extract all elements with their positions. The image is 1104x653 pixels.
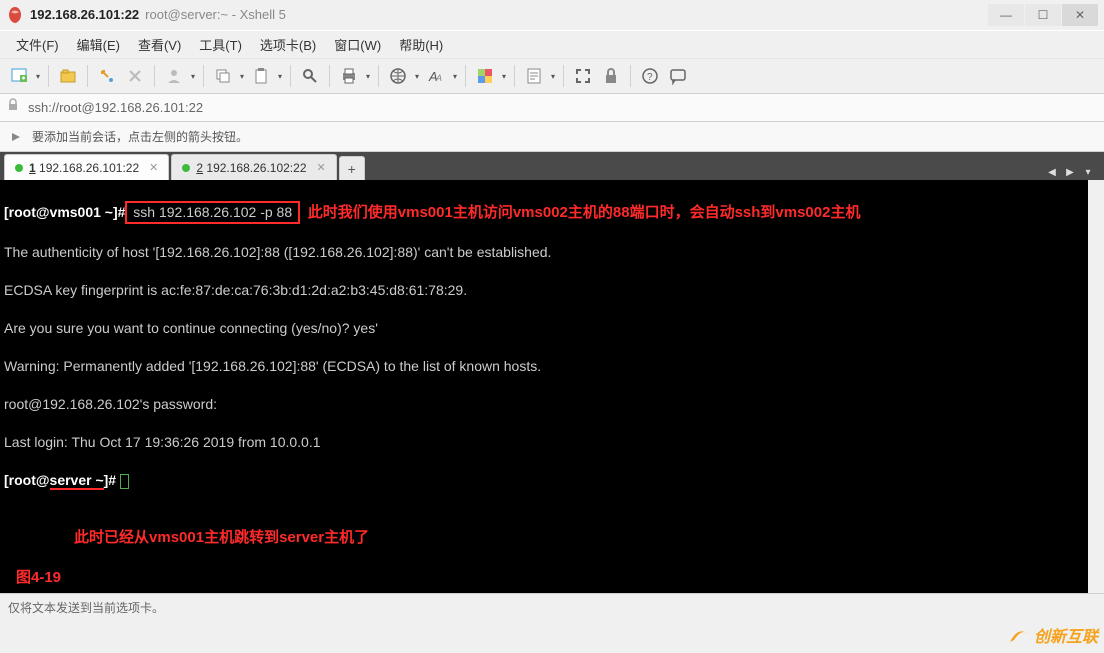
add-session-arrow-icon[interactable] xyxy=(6,127,26,147)
help-icon[interactable]: ? xyxy=(637,62,663,90)
menu-tabs[interactable]: 选项卡(B) xyxy=(252,32,324,57)
info-bar: 要添加当前会话，点击左侧的箭头按钮。 xyxy=(0,122,1104,152)
toolbar: ▾ ▾ ▾ ▾ ▾ ▾ AA ▾ ▾ ▾ ? xyxy=(0,58,1104,94)
svg-text:A: A xyxy=(435,73,442,83)
print-icon[interactable] xyxy=(336,62,362,90)
disconnect-icon[interactable] xyxy=(122,62,148,90)
cursor xyxy=(120,474,129,489)
address-bar[interactable]: ssh://root@192.168.26.101:22 xyxy=(0,94,1104,122)
color-dropdown[interactable]: ▾ xyxy=(500,72,508,81)
copy-icon[interactable] xyxy=(210,62,236,90)
terminal-output: Are you sure you want to continue connec… xyxy=(4,319,1084,338)
title-sub: root@server:~ - Xshell 5 xyxy=(145,7,286,22)
tab-session-2[interactable]: 2 192.168.26.102:22 ✕ xyxy=(171,154,336,180)
tab-session-1[interactable]: 1 192.168.26.101:22 ✕ xyxy=(4,154,169,180)
annotation-1: 此时我们使用vms001主机访问vms002主机的88端口时，会自动ssh到vm… xyxy=(308,203,861,222)
svg-text:?: ? xyxy=(647,72,653,83)
terminal-output: ECDSA key fingerprint is ac:fe:87:de:ca:… xyxy=(4,281,1084,300)
tab-next-icon[interactable]: ▶ xyxy=(1062,164,1078,180)
new-session-dropdown[interactable]: ▾ xyxy=(34,72,42,81)
terminal-output: The authenticity of host '[192.168.26.10… xyxy=(4,243,1084,262)
tab-bar: 1 192.168.26.101:22 ✕ 2 192.168.26.102:2… xyxy=(0,152,1104,180)
add-tab-button[interactable]: + xyxy=(339,156,365,180)
tab-prev-icon[interactable]: ◀ xyxy=(1044,164,1060,180)
print-dropdown[interactable]: ▾ xyxy=(364,72,372,81)
title-main: 192.168.26.101:22 xyxy=(30,7,139,22)
app-icon xyxy=(6,6,24,24)
close-tab-icon[interactable]: ✕ xyxy=(317,161,326,174)
menu-tools[interactable]: 工具(T) xyxy=(191,32,250,57)
reconnect-icon[interactable] xyxy=(94,62,120,90)
lock-small-icon xyxy=(6,98,22,117)
status-bar: 仅将文本发送到当前选项卡。 xyxy=(0,593,1104,621)
status-dot-icon xyxy=(15,164,23,172)
status-text: 仅将文本发送到当前选项卡。 xyxy=(8,599,164,616)
titlebar: 192.168.26.101:22 root@server:~ - Xshell… xyxy=(0,0,1104,30)
globe-icon[interactable] xyxy=(385,62,411,90)
terminal-output: Warning: Permanently added '[192.168.26.… xyxy=(4,357,1084,376)
menu-view[interactable]: 查看(V) xyxy=(130,32,189,57)
color-icon[interactable] xyxy=(472,62,498,90)
menu-help[interactable]: 帮助(H) xyxy=(391,32,451,57)
lock-icon[interactable] xyxy=(598,62,624,90)
window-close[interactable]: ✕ xyxy=(1062,4,1098,26)
tab-list-icon[interactable]: ▾ xyxy=(1080,164,1096,180)
prompt: [root@vms001 ~]# xyxy=(4,204,125,220)
window-minimize[interactable]: — xyxy=(988,4,1024,26)
menu-edit[interactable]: 编辑(E) xyxy=(69,32,128,57)
profile-icon[interactable] xyxy=(161,62,187,90)
address-text: ssh://root@192.168.26.101:22 xyxy=(28,100,203,115)
script-dropdown[interactable]: ▾ xyxy=(549,72,557,81)
menu-window[interactable]: 窗口(W) xyxy=(326,32,389,57)
figure-label: 图4-19 xyxy=(16,568,61,587)
terminal-output: Last login: Thu Oct 17 19:36:26 2019 fro… xyxy=(4,433,1084,452)
terminal[interactable]: [root@vms001 ~]# ssh 192.168.26.102 -p 8… xyxy=(0,180,1104,593)
status-dot-icon xyxy=(182,164,190,172)
close-tab-icon[interactable]: ✕ xyxy=(149,161,158,174)
window-maximize[interactable]: ☐ xyxy=(1025,4,1061,26)
server-prompt-underlined: server ~ xyxy=(50,472,104,490)
new-session-icon[interactable] xyxy=(6,62,32,90)
profile-dropdown[interactable]: ▾ xyxy=(189,72,197,81)
watermark: 创新互联 xyxy=(1008,623,1098,647)
encoding-dropdown[interactable]: ▾ xyxy=(413,72,421,81)
terminal-output: root@192.168.26.102's password: xyxy=(4,395,1084,414)
script-icon[interactable] xyxy=(521,62,547,90)
copy-dropdown[interactable]: ▾ xyxy=(238,72,246,81)
search-icon[interactable] xyxy=(297,62,323,90)
fullscreen-icon[interactable] xyxy=(570,62,596,90)
menubar: 文件(F) 编辑(E) 查看(V) 工具(T) 选项卡(B) 窗口(W) 帮助(… xyxy=(0,30,1104,58)
font-dropdown[interactable]: ▾ xyxy=(451,72,459,81)
font-icon[interactable]: AA xyxy=(423,62,449,90)
paste-dropdown[interactable]: ▾ xyxy=(276,72,284,81)
terminal-scrollbar[interactable] xyxy=(1088,180,1104,593)
annotation-2: 此时已经从vms001主机跳转到server主机了 xyxy=(74,528,369,547)
feedback-icon[interactable] xyxy=(665,62,691,90)
menu-file[interactable]: 文件(F) xyxy=(8,32,67,57)
info-text: 要添加当前会话，点击左侧的箭头按钮。 xyxy=(32,128,248,145)
paste-icon[interactable] xyxy=(248,62,274,90)
ssh-command-highlight: ssh 192.168.26.102 -p 88 xyxy=(125,201,300,224)
open-session-icon[interactable] xyxy=(55,62,81,90)
